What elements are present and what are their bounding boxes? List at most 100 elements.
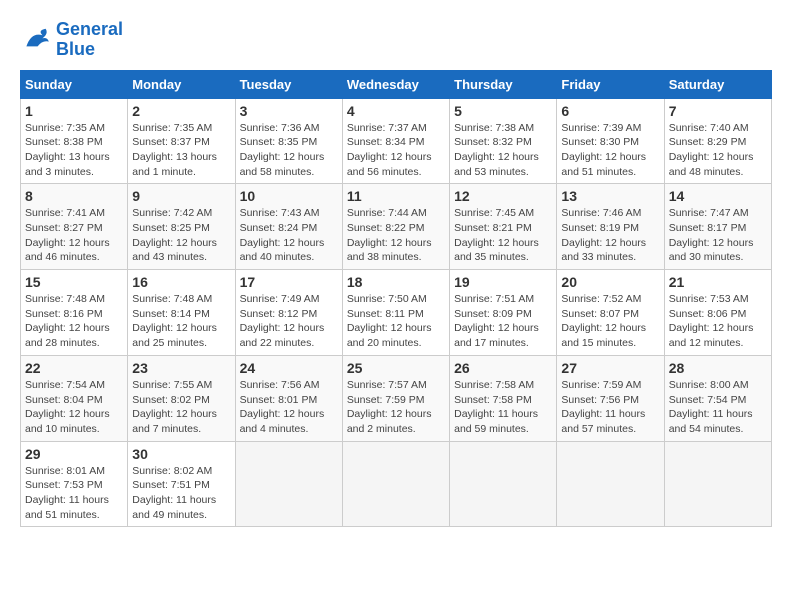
empty-day-cell: [450, 441, 557, 527]
empty-day-cell: [664, 441, 771, 527]
day-info: Sunrise: 7:38 AM Sunset: 8:32 PM Dayligh…: [454, 121, 552, 180]
day-cell-23: 23 Sunrise: 7:55 AM Sunset: 8:02 PM Dayl…: [128, 355, 235, 441]
sunset-text: Sunset: 7:59 PM: [347, 393, 445, 408]
day-number: 3: [240, 103, 338, 119]
logo-text: General Blue: [56, 20, 123, 60]
day-info: Sunrise: 7:44 AM Sunset: 8:22 PM Dayligh…: [347, 206, 445, 265]
day-info: Sunrise: 7:48 AM Sunset: 8:14 PM Dayligh…: [132, 292, 230, 351]
day-number: 26: [454, 360, 552, 376]
day-number: 18: [347, 274, 445, 290]
day-number: 5: [454, 103, 552, 119]
daylight-text: Daylight: 12 hours and 28 minutes.: [25, 321, 123, 350]
day-cell-15: 15 Sunrise: 7:48 AM Sunset: 8:16 PM Dayl…: [21, 270, 128, 356]
day-number: 16: [132, 274, 230, 290]
sunset-text: Sunset: 8:14 PM: [132, 307, 230, 322]
sunrise-text: Sunrise: 7:44 AM: [347, 206, 445, 221]
day-number: 23: [132, 360, 230, 376]
calendar-week-row: 15 Sunrise: 7:48 AM Sunset: 8:16 PM Dayl…: [21, 270, 772, 356]
day-info: Sunrise: 7:55 AM Sunset: 8:02 PM Dayligh…: [132, 378, 230, 437]
day-number: 15: [25, 274, 123, 290]
daylight-text: Daylight: 12 hours and 17 minutes.: [454, 321, 552, 350]
day-number: 8: [25, 188, 123, 204]
day-info: Sunrise: 7:57 AM Sunset: 7:59 PM Dayligh…: [347, 378, 445, 437]
sunset-text: Sunset: 8:25 PM: [132, 221, 230, 236]
sunset-text: Sunset: 7:54 PM: [669, 393, 767, 408]
sunrise-text: Sunrise: 7:36 AM: [240, 121, 338, 136]
sunrise-text: Sunrise: 7:48 AM: [25, 292, 123, 307]
sunrise-text: Sunrise: 7:47 AM: [669, 206, 767, 221]
day-number: 20: [561, 274, 659, 290]
sunrise-text: Sunrise: 7:58 AM: [454, 378, 552, 393]
sunset-text: Sunset: 8:32 PM: [454, 135, 552, 150]
sunset-text: Sunset: 8:38 PM: [25, 135, 123, 150]
weekday-header-thursday: Thursday: [450, 70, 557, 98]
day-info: Sunrise: 7:45 AM Sunset: 8:21 PM Dayligh…: [454, 206, 552, 265]
daylight-text: Daylight: 12 hours and 58 minutes.: [240, 150, 338, 179]
daylight-text: Daylight: 12 hours and 12 minutes.: [669, 321, 767, 350]
logo: General Blue: [20, 20, 123, 60]
day-number: 29: [25, 446, 123, 462]
day-info: Sunrise: 7:49 AM Sunset: 8:12 PM Dayligh…: [240, 292, 338, 351]
day-number: 30: [132, 446, 230, 462]
calendar-table: SundayMondayTuesdayWednesdayThursdayFrid…: [20, 70, 772, 528]
day-cell-9: 9 Sunrise: 7:42 AM Sunset: 8:25 PM Dayli…: [128, 184, 235, 270]
day-cell-6: 6 Sunrise: 7:39 AM Sunset: 8:30 PM Dayli…: [557, 98, 664, 184]
sunset-text: Sunset: 8:12 PM: [240, 307, 338, 322]
daylight-text: Daylight: 12 hours and 10 minutes.: [25, 407, 123, 436]
sunrise-text: Sunrise: 7:50 AM: [347, 292, 445, 307]
weekday-header-saturday: Saturday: [664, 70, 771, 98]
day-cell-29: 29 Sunrise: 8:01 AM Sunset: 7:53 PM Dayl…: [21, 441, 128, 527]
sunset-text: Sunset: 8:06 PM: [669, 307, 767, 322]
sunset-text: Sunset: 8:35 PM: [240, 135, 338, 150]
sunset-text: Sunset: 8:30 PM: [561, 135, 659, 150]
day-number: 27: [561, 360, 659, 376]
day-info: Sunrise: 7:46 AM Sunset: 8:19 PM Dayligh…: [561, 206, 659, 265]
day-number: 17: [240, 274, 338, 290]
sunset-text: Sunset: 7:53 PM: [25, 478, 123, 493]
daylight-text: Daylight: 12 hours and 15 minutes.: [561, 321, 659, 350]
day-cell-30: 30 Sunrise: 8:02 AM Sunset: 7:51 PM Dayl…: [128, 441, 235, 527]
daylight-text: Daylight: 13 hours and 3 minutes.: [25, 150, 123, 179]
sunrise-text: Sunrise: 8:02 AM: [132, 464, 230, 479]
day-cell-16: 16 Sunrise: 7:48 AM Sunset: 8:14 PM Dayl…: [128, 270, 235, 356]
day-info: Sunrise: 7:52 AM Sunset: 8:07 PM Dayligh…: [561, 292, 659, 351]
day-number: 1: [25, 103, 123, 119]
day-cell-19: 19 Sunrise: 7:51 AM Sunset: 8:09 PM Dayl…: [450, 270, 557, 356]
sunset-text: Sunset: 8:34 PM: [347, 135, 445, 150]
daylight-text: Daylight: 12 hours and 40 minutes.: [240, 236, 338, 265]
day-info: Sunrise: 7:37 AM Sunset: 8:34 PM Dayligh…: [347, 121, 445, 180]
day-cell-1: 1 Sunrise: 7:35 AM Sunset: 8:38 PM Dayli…: [21, 98, 128, 184]
sunrise-text: Sunrise: 7:56 AM: [240, 378, 338, 393]
day-number: 7: [669, 103, 767, 119]
day-number: 19: [454, 274, 552, 290]
day-number: 6: [561, 103, 659, 119]
day-info: Sunrise: 8:00 AM Sunset: 7:54 PM Dayligh…: [669, 378, 767, 437]
sunrise-text: Sunrise: 7:37 AM: [347, 121, 445, 136]
day-info: Sunrise: 8:02 AM Sunset: 7:51 PM Dayligh…: [132, 464, 230, 523]
day-cell-13: 13 Sunrise: 7:46 AM Sunset: 8:19 PM Dayl…: [557, 184, 664, 270]
sunset-text: Sunset: 8:21 PM: [454, 221, 552, 236]
page-header: General Blue: [20, 20, 772, 60]
sunrise-text: Sunrise: 8:01 AM: [25, 464, 123, 479]
weekday-header-tuesday: Tuesday: [235, 70, 342, 98]
day-info: Sunrise: 7:43 AM Sunset: 8:24 PM Dayligh…: [240, 206, 338, 265]
day-cell-12: 12 Sunrise: 7:45 AM Sunset: 8:21 PM Dayl…: [450, 184, 557, 270]
sunset-text: Sunset: 7:51 PM: [132, 478, 230, 493]
sunrise-text: Sunrise: 7:54 AM: [25, 378, 123, 393]
daylight-text: Daylight: 13 hours and 1 minute.: [132, 150, 230, 179]
day-cell-24: 24 Sunrise: 7:56 AM Sunset: 8:01 PM Dayl…: [235, 355, 342, 441]
day-info: Sunrise: 7:39 AM Sunset: 8:30 PM Dayligh…: [561, 121, 659, 180]
calendar-week-row: 8 Sunrise: 7:41 AM Sunset: 8:27 PM Dayli…: [21, 184, 772, 270]
sunrise-text: Sunrise: 7:42 AM: [132, 206, 230, 221]
day-info: Sunrise: 7:47 AM Sunset: 8:17 PM Dayligh…: [669, 206, 767, 265]
day-cell-27: 27 Sunrise: 7:59 AM Sunset: 7:56 PM Dayl…: [557, 355, 664, 441]
day-cell-26: 26 Sunrise: 7:58 AM Sunset: 7:58 PM Dayl…: [450, 355, 557, 441]
sunset-text: Sunset: 8:01 PM: [240, 393, 338, 408]
day-info: Sunrise: 7:54 AM Sunset: 8:04 PM Dayligh…: [25, 378, 123, 437]
day-number: 22: [25, 360, 123, 376]
day-cell-22: 22 Sunrise: 7:54 AM Sunset: 8:04 PM Dayl…: [21, 355, 128, 441]
sunset-text: Sunset: 8:04 PM: [25, 393, 123, 408]
day-info: Sunrise: 7:35 AM Sunset: 8:38 PM Dayligh…: [25, 121, 123, 180]
daylight-text: Daylight: 12 hours and 56 minutes.: [347, 150, 445, 179]
day-info: Sunrise: 7:40 AM Sunset: 8:29 PM Dayligh…: [669, 121, 767, 180]
